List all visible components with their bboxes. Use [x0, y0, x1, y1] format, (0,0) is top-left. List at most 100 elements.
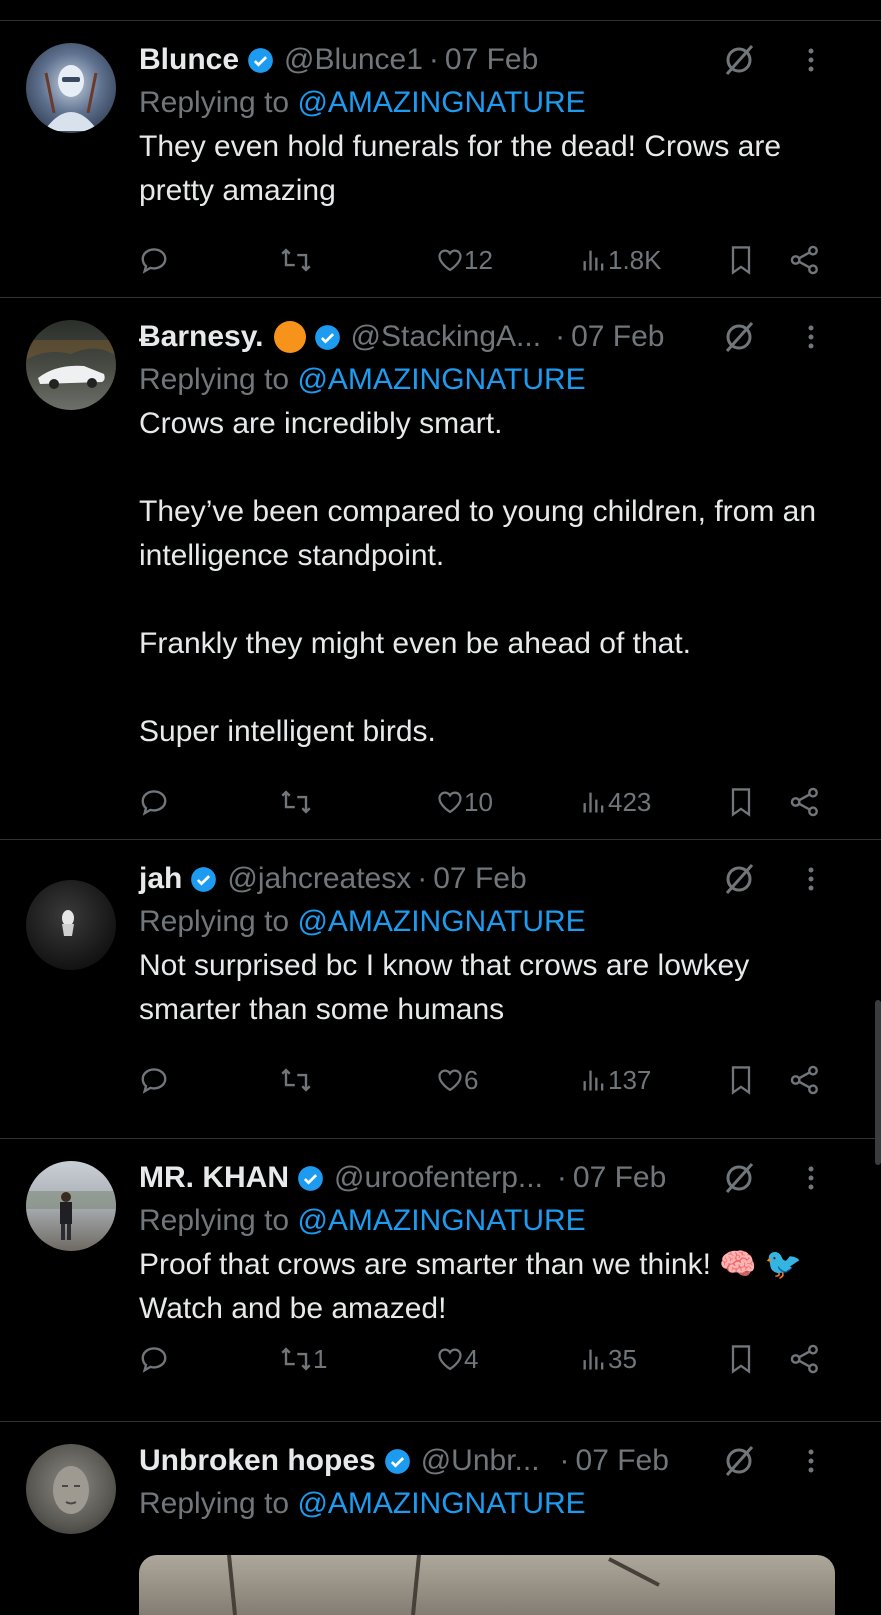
repost-button[interactable]: [279, 1060, 313, 1100]
tweet-text: They even hold funerals for the dead! Cr…: [139, 130, 782, 207]
display-name[interactable]: Unbroken hopes: [139, 1443, 376, 1479]
repost-icon: [281, 790, 311, 814]
grok-icon[interactable]: [719, 1441, 759, 1481]
replying-to: Replying to @AMAZINGNATURE: [139, 363, 586, 396]
bookmark-button[interactable]: [727, 782, 755, 822]
avatar[interactable]: [26, 1444, 116, 1534]
like-button[interactable]: 10: [436, 782, 493, 822]
bookmark-button[interactable]: [727, 240, 755, 280]
share-button[interactable]: [789, 1339, 821, 1379]
share-button[interactable]: [789, 1060, 821, 1100]
verified-badge-icon: [191, 866, 217, 892]
repost-icon: [281, 1347, 311, 1371]
user-handle[interactable]: @Unbr...: [421, 1443, 540, 1479]
replying-to: Replying to @AMAZINGNATURE: [139, 1204, 586, 1237]
verified-badge-icon: [298, 1165, 323, 1191]
tweet-date[interactable]: 07 Feb: [445, 42, 538, 78]
tweet-date[interactable]: 07 Feb: [571, 319, 664, 355]
avatar[interactable]: [26, 320, 116, 410]
tweet-date[interactable]: 07 Feb: [433, 861, 526, 897]
display-name[interactable]: Ƀarnesy.: [139, 319, 264, 355]
avatar[interactable]: [26, 880, 116, 970]
reply-tweet[interactable]: Ƀarnesy. @StackingA... · 07 Feb Replying…: [0, 298, 881, 840]
display-name[interactable]: MR. KHAN: [139, 1160, 289, 1196]
user-handle[interactable]: @Blunce1: [284, 42, 423, 78]
views-icon: [583, 250, 604, 271]
tweet-header: Blunce @Blunce1 · 07 Feb: [139, 37, 851, 83]
reply-tweet[interactable]: MR. KHAN @uroofenterp... · 07 Feb Replyi…: [0, 1139, 881, 1422]
tweet-text: Crows are incredibly smart. They’ve been…: [139, 407, 817, 748]
mention-link[interactable]: @AMAZINGNATURE: [297, 1487, 585, 1520]
user-handle[interactable]: @uroofenterp...: [334, 1160, 543, 1196]
share-button[interactable]: [789, 782, 821, 822]
views-icon: [583, 1070, 604, 1091]
separator-dot: ·: [428, 43, 439, 76]
more-options-icon[interactable]: [801, 1441, 821, 1481]
heart-icon: [438, 1348, 462, 1371]
tweet-header: Unbroken hopes @Unbr... · 07 Feb: [139, 1438, 851, 1484]
more-options-icon[interactable]: [801, 859, 821, 899]
views-button[interactable]: 35: [580, 1339, 637, 1379]
share-icon: [790, 1344, 818, 1374]
like-button[interactable]: 12: [436, 240, 493, 280]
repost-button[interactable]: 1: [279, 1339, 327, 1379]
share-button[interactable]: [789, 240, 821, 280]
heart-icon: [438, 249, 462, 272]
verified-badge-icon: [248, 47, 273, 73]
repost-button[interactable]: [279, 240, 313, 280]
mention-link[interactable]: @AMAZINGNATURE: [297, 363, 585, 396]
more-options-icon[interactable]: [801, 40, 821, 80]
avatar-image: [26, 340, 116, 389]
bookmark-button[interactable]: [727, 1060, 755, 1100]
avatar-image: [62, 910, 74, 936]
views-icon: [583, 1349, 604, 1370]
views-button[interactable]: 423: [580, 782, 651, 822]
like-button[interactable]: 4: [436, 1339, 478, 1379]
reply-button[interactable]: [139, 782, 169, 822]
bookmark-icon: [731, 788, 751, 817]
like-button[interactable]: 6: [436, 1060, 478, 1100]
media-preview[interactable]: [139, 1555, 835, 1615]
bookmark-icon: [731, 1345, 751, 1374]
tweet-date[interactable]: 07 Feb: [576, 1443, 669, 1479]
heart-icon: [438, 1069, 462, 1092]
separator-dot: ·: [559, 1444, 570, 1477]
mention-link[interactable]: @AMAZINGNATURE: [297, 905, 585, 938]
bookmark-button[interactable]: [727, 1339, 755, 1379]
avatar-image: [53, 1466, 89, 1514]
reply-button[interactable]: [139, 1060, 169, 1100]
grok-icon[interactable]: [719, 1158, 759, 1198]
orange-circle-emoji: [273, 321, 306, 353]
action-bar: 6 137: [139, 1060, 851, 1100]
mention-link[interactable]: @AMAZINGNATURE: [297, 86, 585, 119]
display-name[interactable]: jah: [139, 861, 182, 897]
separator-dot: ·: [417, 862, 428, 895]
grok-icon[interactable]: [719, 40, 759, 80]
more-options-icon[interactable]: [801, 317, 821, 357]
more-options-icon[interactable]: [801, 1158, 821, 1198]
reply-tweet[interactable]: Blunce @Blunce1 · 07 Feb Replying to @AM…: [0, 21, 881, 298]
display-name[interactable]: Blunce: [139, 42, 239, 78]
reply-button[interactable]: [139, 240, 169, 280]
mention-link[interactable]: @AMAZINGNATURE: [297, 1204, 585, 1237]
avatar[interactable]: [26, 1161, 116, 1251]
scrollbar[interactable]: [875, 1000, 881, 1165]
bookmark-icon: [731, 246, 751, 275]
user-handle[interactable]: @StackingA...: [351, 319, 542, 355]
grok-icon[interactable]: [719, 859, 759, 899]
reply-button[interactable]: [139, 1339, 169, 1379]
grok-icon[interactable]: [719, 317, 759, 357]
reply-tweet[interactable]: Unbroken hopes @Unbr... · 07 Feb Replyin…: [0, 1422, 881, 1615]
reply-tweet[interactable]: jah @jahcreatesx · 07 Feb Replying to @A…: [0, 840, 881, 1139]
avatar[interactable]: [26, 43, 116, 133]
verified-badge-icon: [314, 324, 340, 350]
action-bar: 10 423: [139, 782, 851, 822]
tweet-text: Not surprised bc I know that crows are l…: [139, 949, 750, 1026]
repost-button[interactable]: [279, 782, 313, 822]
reply-icon: [141, 248, 167, 274]
tweet-date[interactable]: 07 Feb: [573, 1160, 666, 1196]
views-button[interactable]: 1.8K: [580, 240, 662, 280]
user-handle[interactable]: @jahcreatesx: [227, 861, 411, 897]
views-button[interactable]: 137: [580, 1060, 651, 1100]
repost-icon: [281, 1068, 311, 1092]
